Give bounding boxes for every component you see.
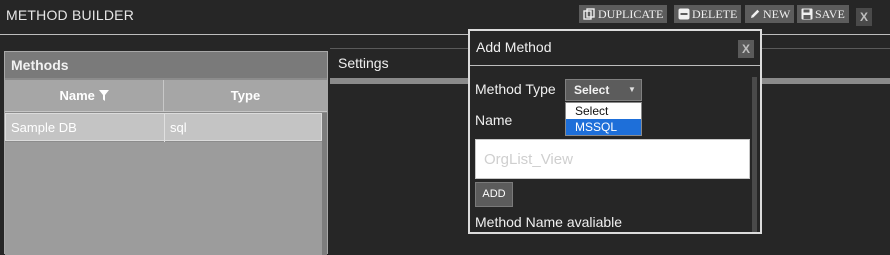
dialog-scrollbar[interactable] (752, 77, 757, 232)
pencil-icon (751, 9, 760, 18)
app-title: METHOD BUILDER (6, 7, 135, 23)
column-header-name-label: Name (59, 88, 95, 103)
method-type-dropdown: Select MSSQL (565, 102, 642, 136)
methods-grid-empty-area (5, 142, 322, 255)
method-type-select[interactable]: Select ▼ (565, 79, 642, 101)
dialog-divider (470, 65, 760, 66)
minus-square-icon (678, 8, 690, 20)
methods-grid-scrollbar[interactable] (322, 113, 327, 255)
method-type-label: Method Type (475, 81, 556, 97)
save-button[interactable]: SAVE (797, 5, 849, 23)
add-button[interactable]: ADD (475, 182, 513, 207)
save-label: SAVE (815, 7, 845, 21)
close-app-button[interactable]: X (856, 8, 872, 26)
column-header-name[interactable]: Name (5, 80, 163, 112)
column-header-type[interactable]: Type (164, 80, 327, 112)
delete-label: DELETE (692, 7, 738, 21)
delete-button[interactable]: DELETE (674, 5, 742, 23)
dropdown-option-select[interactable]: Select (566, 103, 641, 119)
dialog-close-button[interactable]: X (738, 40, 754, 58)
method-name-input[interactable] (475, 139, 750, 179)
settings-title: Settings (338, 55, 389, 71)
dropdown-option-mssql[interactable]: MSSQL (566, 119, 641, 135)
new-label: NEW (763, 7, 791, 21)
table-row[interactable]: Sample DB sql (5, 113, 322, 142)
new-button[interactable]: NEW (745, 5, 795, 23)
name-label: Name (475, 112, 513, 128)
methods-grid-header: Name Type (5, 80, 327, 112)
duplicate-icon (583, 8, 595, 20)
methods-panel-title: Methods (5, 52, 327, 78)
floppy-disk-icon (801, 8, 813, 20)
row-type-cell: sql (170, 120, 187, 135)
availability-message: Method Name avaliable (475, 214, 623, 230)
add-method-dialog: Add Method X Method Type Select ▼ Name S… (468, 29, 762, 234)
dialog-title: Add Method (476, 39, 552, 55)
methods-panel: Methods Name Type Sample DB sql (4, 51, 328, 255)
row-name-cell: Sample DB (11, 120, 77, 135)
duplicate-label: DUPLICATE (598, 7, 664, 21)
filter-icon[interactable] (98, 90, 109, 101)
method-type-selected-value: Select (574, 83, 610, 97)
duplicate-button[interactable]: DUPLICATE (579, 5, 668, 23)
caret-down-icon: ▼ (628, 85, 636, 94)
